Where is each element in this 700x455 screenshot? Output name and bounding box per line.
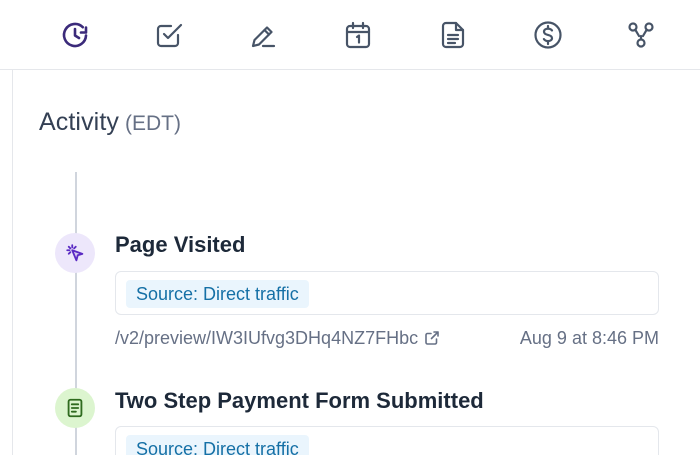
external-link-icon [424,330,440,346]
activity-panel: Activity (EDT) Page Visited Source: Direc… [0,0,700,455]
event-icon-page-visited [55,233,95,273]
event-title: Page Visited [115,232,246,257]
tasks-button[interactable] [151,17,187,53]
event-timestamp: Aug 9 at 8:46 PM [519,328,659,348]
source-badge: Source: Direct traffic [126,435,309,455]
calendar-button[interactable] [340,17,376,53]
event-title: Two Step Payment Form Submitted [115,388,484,413]
task-checkbox-icon [156,23,183,48]
cursor-click-icon [66,244,84,262]
activity-heading: Activity (EDT) [39,108,181,137]
page-link-text: /v2/preview/IW3IUfvg3DHq4NZ7FHbc [115,328,419,348]
event-source-card: Source: Direct traffic [115,426,659,455]
workflow-button[interactable] [623,17,659,53]
documents-button[interactable] [435,17,471,53]
workflow-icon [628,22,654,48]
form-icon [67,398,83,418]
notes-button[interactable] [245,17,281,53]
source-badge: Source: Direct traffic [126,280,309,308]
activity-history-button[interactable] [57,17,93,53]
event-source-card: Source: Direct traffic [115,271,659,315]
calendar-icon [345,21,371,49]
panel-divider [12,70,13,455]
activity-history-icon [62,22,88,48]
toolbar [0,0,700,70]
document-icon [441,21,465,49]
page-link[interactable]: /v2/preview/IW3IUfvg3DHq4NZ7FHbc [115,328,440,349]
payments-button[interactable] [530,17,566,53]
event-meta: /v2/preview/IW3IUfvg3DHq4NZ7FHbc Aug 9 a… [115,328,659,352]
dollar-icon [534,21,562,49]
note-pencil-icon [251,26,276,48]
timezone-label: (EDT) [124,112,181,135]
activity-title: Activity [39,108,119,136]
event-icon-form-submitted [55,388,95,428]
